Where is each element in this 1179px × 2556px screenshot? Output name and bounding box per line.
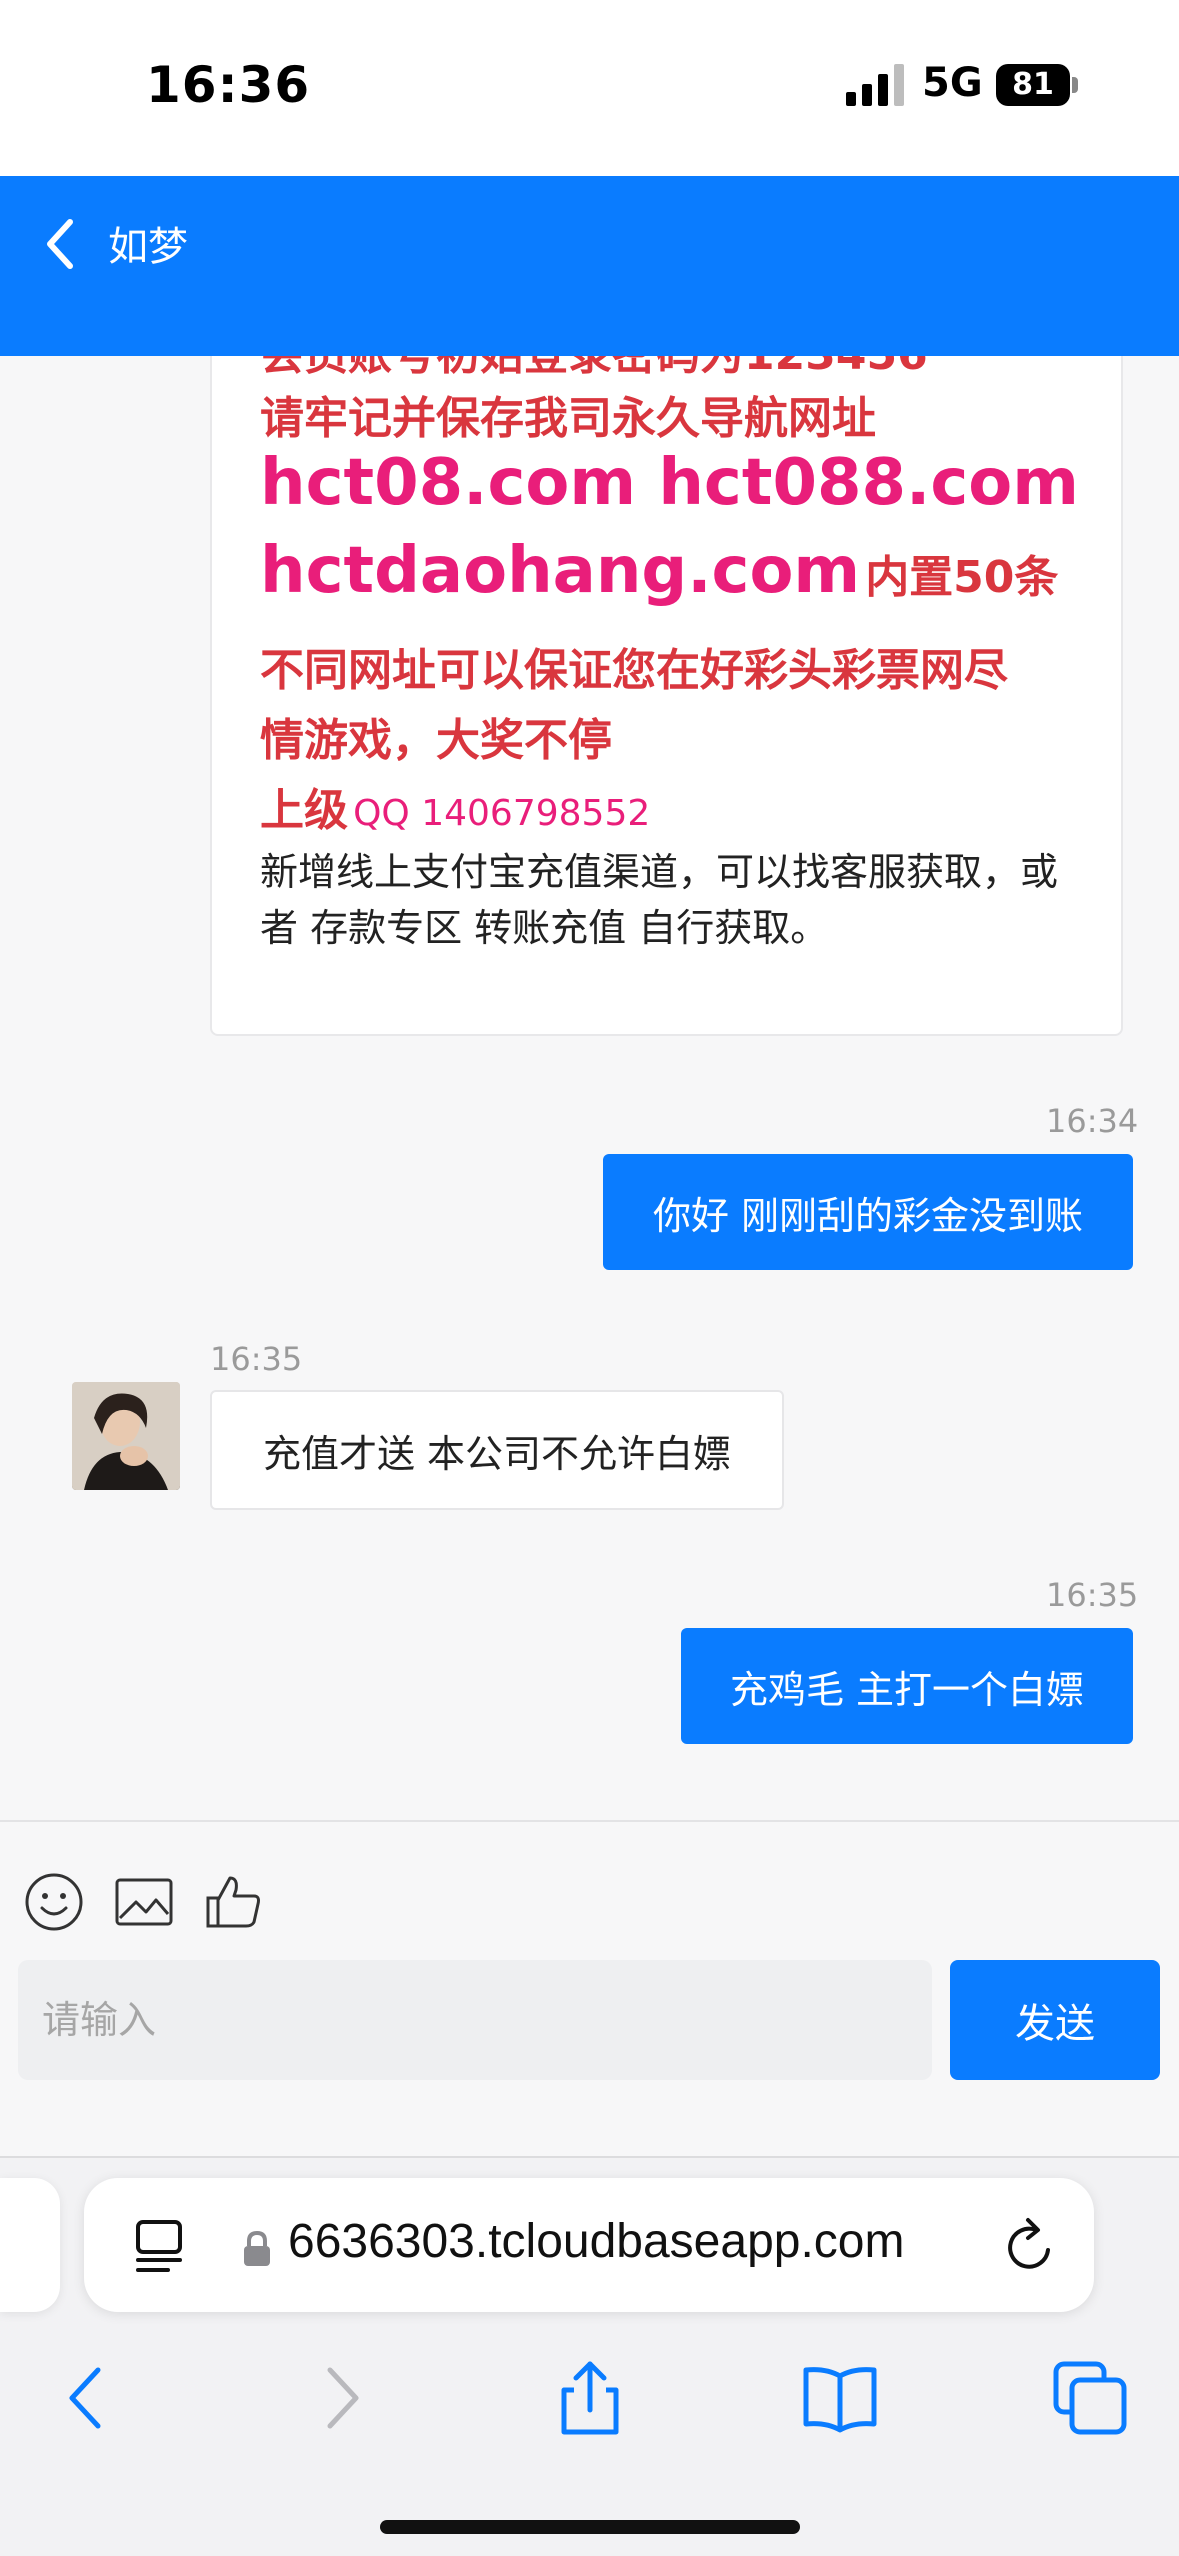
share-icon[interactable] [550, 2358, 630, 2438]
notice-guarantee-1: 不同网址可以保证您在好彩头彩票网尽 [260, 645, 1008, 696]
browser-toolbar: 6636303.tcloudbaseapp.com [0, 2156, 1179, 2556]
outgoing-message[interactable]: 你好 刚刚刮的彩金没到账 [603, 1154, 1133, 1270]
home-indicator [380, 2520, 800, 2534]
notice-superior: 上级 QQ 1406798552 [260, 774, 650, 838]
chat-area[interactable]: 会员账号初始登录密码为123456 请牢记并保存我司永久导航网址 hct08.c… [0, 356, 1179, 1820]
url-text[interactable]: 6636303.tcloudbaseapp.com [288, 2214, 904, 2269]
emoji-icon[interactable] [22, 1870, 86, 1934]
notice-save-line: 请牢记并保存我司永久导航网址 [260, 393, 876, 444]
network-type: 5G [922, 60, 983, 106]
message-timestamp: 16:35 [210, 1340, 303, 1378]
notice-guarantee-2: 情游戏，大奖不停 [260, 715, 612, 766]
status-bar: 16:36 5G 81 [0, 0, 1179, 176]
battery-icon: 81 [996, 64, 1080, 106]
qq-contact: QQ 1406798552 [353, 793, 651, 834]
signal-icon [846, 64, 904, 106]
chat-header: 如梦 [0, 176, 1179, 356]
reader-mode-icon[interactable] [134, 2218, 186, 2274]
notice-alipay-text: 新增线上支付宝充值渠道，可以找客服获取，或者 存款专区 转账充值 自行获取。 [260, 850, 1059, 950]
reload-icon[interactable] [1002, 2216, 1058, 2276]
status-time: 16:36 [146, 56, 311, 114]
notice-url-tail: 内置50条 [865, 552, 1059, 603]
notice-url-line-2: hctdaohang.com 内置50条 [260, 534, 1058, 608]
tabs-icon[interactable] [1050, 2358, 1130, 2438]
message-composer: 发送 [0, 1820, 1179, 2156]
bookmarks-icon[interactable] [800, 2358, 880, 2438]
image-icon[interactable] [112, 1870, 176, 1934]
battery-level: 81 [996, 64, 1070, 106]
superior-label: 上级 [260, 785, 348, 836]
back-arrow-icon[interactable] [34, 204, 84, 284]
notice-clipped-line: 会员账号初始登录密码为123456 [260, 356, 928, 382]
contact-avatar[interactable] [72, 1382, 180, 1490]
notice-url-line-1: hct08.com hct088.com [260, 446, 1079, 520]
notice-url-big: hctdaohang.com [260, 534, 861, 608]
battery-tip [1072, 77, 1078, 93]
chat-title: 如梦 [108, 224, 188, 270]
incoming-message[interactable]: 充值才送 本公司不允许白嫖 [210, 1390, 784, 1510]
address-bar[interactable]: 6636303.tcloudbaseapp.com [84, 2178, 1094, 2312]
forward-icon[interactable] [300, 2358, 380, 2438]
thumbs-up-icon[interactable] [202, 1870, 266, 1934]
back-icon[interactable] [48, 2358, 128, 2438]
previous-tab-stub[interactable] [0, 2178, 60, 2312]
outgoing-message[interactable]: 充鸡毛 主打一个白嫖 [681, 1628, 1133, 1744]
lock-icon [244, 2230, 270, 2266]
avatar-image [72, 1382, 180, 1490]
send-button[interactable]: 发送 [950, 1960, 1160, 2080]
message-input[interactable] [18, 1960, 932, 2080]
message-timestamp: 16:34 [1046, 1102, 1139, 1140]
notice-message: 会员账号初始登录密码为123456 请牢记并保存我司永久导航网址 hct08.c… [210, 356, 1123, 1036]
message-timestamp: 16:35 [1046, 1576, 1139, 1614]
